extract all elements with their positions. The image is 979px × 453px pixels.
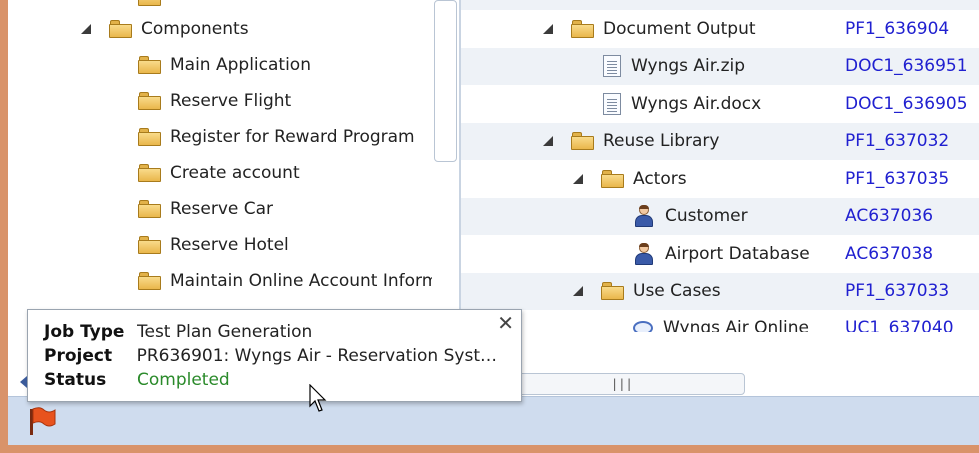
tree-node-label: Components xyxy=(141,19,249,39)
folder-icon xyxy=(138,164,162,182)
tree-row-id-link[interactable]: PF1_637035 xyxy=(845,169,949,189)
tree-row[interactable]: Reuse Library PF1_637032 xyxy=(461,122,979,160)
folder-icon xyxy=(601,169,625,188)
tree-row-label: Wyngs Air.zip xyxy=(631,56,746,77)
folder-icon xyxy=(109,20,133,38)
job-tooltip: ✕ Job Type Test Plan Generation Project … xyxy=(27,309,522,402)
scrollbar-thumb[interactable] xyxy=(434,0,457,162)
job-type-value: Test Plan Generation xyxy=(137,322,313,342)
mouse-cursor-icon xyxy=(309,384,327,412)
tree-row-id-link[interactable]: AC637038 xyxy=(845,244,933,264)
tree-row-label: Actors xyxy=(633,168,687,189)
tree-row[interactable]: Wyngs Air Online UC1_637040 xyxy=(461,310,979,332)
collapse-icon[interactable] xyxy=(543,23,553,34)
folder-icon xyxy=(138,128,162,146)
tree-node-component[interactable]: Create account xyxy=(138,156,300,190)
tree-node-component[interactable]: Reserve Car xyxy=(138,192,273,226)
tree-node-label: Maintain Online Account Inform xyxy=(170,271,432,291)
status-bar xyxy=(8,396,979,445)
tree-row[interactable]: Use Cases PF1_637033 xyxy=(461,272,979,310)
flag-icon[interactable] xyxy=(26,405,58,437)
tree-row-label: Use Cases xyxy=(633,281,721,302)
tree-row-partial xyxy=(461,0,979,10)
folder-icon xyxy=(138,236,162,254)
tree-row-id-link[interactable]: PF1_637032 xyxy=(845,131,949,151)
folder-icon xyxy=(138,200,162,218)
tree-node-components[interactable]: Components xyxy=(81,12,249,46)
status-label: Status xyxy=(44,370,107,390)
tree-row-label: Airport Database xyxy=(665,243,810,264)
tree-row-id-link[interactable]: PF1_637033 xyxy=(845,281,949,301)
folder-icon xyxy=(138,92,162,110)
folder-icon xyxy=(571,132,595,151)
tree-node-component[interactable]: Reserve Flight xyxy=(138,84,291,118)
tree-row[interactable]: Actors PF1_637035 xyxy=(461,160,979,198)
folder-icon xyxy=(571,19,595,38)
tree-row[interactable]: Wyngs Air.zip DOC1_636951 xyxy=(461,47,979,85)
tree-row[interactable]: Wyngs Air.docx DOC1_636905 xyxy=(461,85,979,123)
collapse-icon[interactable] xyxy=(573,286,583,297)
tree-node-component[interactable]: Main Application xyxy=(138,48,311,82)
tree-node-label: Reserve Hotel xyxy=(170,235,289,255)
tree-row-label: Customer xyxy=(665,206,748,227)
tree-row[interactable]: Document Output PF1_636904 xyxy=(461,10,979,48)
tree-node-component[interactable]: Reserve Hotel xyxy=(138,228,289,262)
folder-icon xyxy=(138,56,162,74)
collapse-icon[interactable] xyxy=(573,173,583,184)
project-value: PR636901: Wyngs Air - Reservation Syste.… xyxy=(136,346,505,366)
tooltip-pointer xyxy=(20,376,27,388)
document-icon xyxy=(603,92,621,115)
tree-node-label: Main Application xyxy=(170,55,311,75)
tree-row-id-link[interactable]: DOC1_636951 xyxy=(845,56,968,76)
use-case-icon xyxy=(633,321,653,332)
tooltip-row-status: Status Completed xyxy=(44,368,505,392)
folder-icon xyxy=(138,272,162,290)
tree-node-label: Register for Reward Program xyxy=(170,127,415,147)
close-icon[interactable]: ✕ xyxy=(497,313,514,333)
tree-node-component[interactable]: Maintain Online Account Inform xyxy=(138,264,432,298)
horizontal-scrollbar[interactable]: ||| xyxy=(490,373,745,395)
scrollbar-grip[interactable]: ||| xyxy=(611,377,633,391)
tree-row-id-link[interactable]: PF1_636904 xyxy=(845,19,949,39)
tree-row[interactable]: Airport Database AC637038 xyxy=(461,235,979,273)
tree-row-id-link[interactable]: DOC1_636905 xyxy=(845,94,968,114)
folder-icon xyxy=(601,282,625,301)
tree-node-label: Create account xyxy=(170,163,300,183)
job-type-label: Job Type xyxy=(44,322,125,342)
tree-row-label: Wyngs Air.docx xyxy=(631,93,762,114)
project-label: Project xyxy=(44,346,113,366)
tree-row-label: Wyngs Air Online xyxy=(663,318,809,332)
tree-row-label: Reuse Library xyxy=(603,131,720,152)
collapse-icon[interactable] xyxy=(81,24,91,34)
tooltip-row-job-type: Job Type Test Plan Generation xyxy=(44,320,505,344)
status-value: Completed xyxy=(137,370,230,390)
collapse-icon[interactable] xyxy=(543,136,553,147)
right-tree-pane: Document Output PF1_636904 Wyngs Air.zip… xyxy=(461,0,979,396)
actor-icon xyxy=(633,205,655,228)
tree-node-label: Reserve Flight xyxy=(170,91,292,111)
tree-row-id-link[interactable]: AC637036 xyxy=(845,206,933,226)
tree-row[interactable]: Customer AC637036 xyxy=(461,197,979,235)
tree-node-component[interactable]: Register for Reward Program xyxy=(138,120,415,154)
tree-row-id-link[interactable]: UC1_637040 xyxy=(845,318,954,332)
actor-icon xyxy=(633,242,655,265)
folder-icon xyxy=(138,0,162,6)
tooltip-row-project: Project PR636901: Wyngs Air - Reservatio… xyxy=(44,344,505,368)
tree-row-label: Document Output xyxy=(603,18,756,39)
tree-node-label: Reserve Car xyxy=(170,199,274,219)
document-icon xyxy=(603,55,621,78)
